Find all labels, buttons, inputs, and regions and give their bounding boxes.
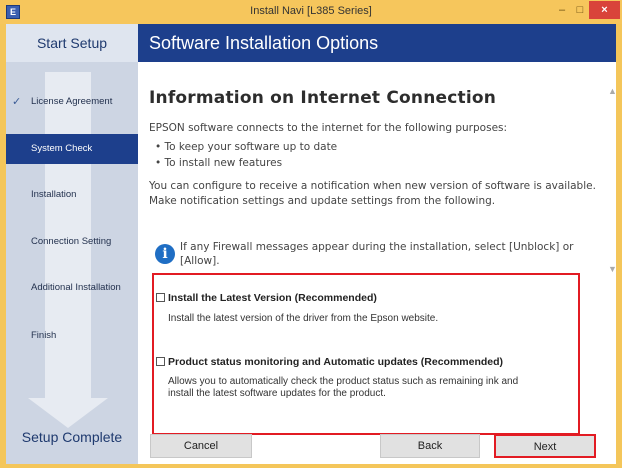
check-icon: ✓ bbox=[12, 96, 22, 108]
step-installation: Installation bbox=[6, 180, 138, 210]
step-label: Finish bbox=[31, 330, 57, 341]
update-options-box: Install the Latest Version (Recommended)… bbox=[152, 273, 580, 435]
setup-steps-sidebar: Start Setup ✓ License Agreement System C… bbox=[6, 24, 148, 464]
option-install-latest[interactable]: Install the Latest Version (Recommended) bbox=[156, 292, 377, 304]
scroll-down-icon[interactable]: ▼ bbox=[608, 264, 617, 274]
option-status-monitoring[interactable]: Product status monitoring and Automatic … bbox=[156, 356, 503, 368]
intro-text: EPSON software connects to the internet … bbox=[149, 122, 508, 134]
bullet-item: • To keep your software up to date bbox=[155, 141, 338, 153]
sidebar-header: Start Setup bbox=[6, 24, 138, 62]
option-status-monitoring-desc: Allows you to automatically check the pr… bbox=[168, 376, 519, 399]
note-text-line2: Make notification settings and update se… bbox=[149, 195, 496, 207]
title-bar[interactable]: E Install Navi [L385 Series] – □ × bbox=[0, 0, 622, 24]
status-monitoring-checkbox[interactable] bbox=[156, 357, 165, 366]
bullet-item: • To install new features bbox=[155, 157, 283, 169]
installer-window: E Install Navi [L385 Series] – □ × Start… bbox=[0, 0, 622, 468]
step-system-check: System Check bbox=[6, 134, 148, 164]
step-label: Installation bbox=[31, 189, 77, 200]
next-button[interactable]: Next bbox=[494, 434, 596, 458]
main-panel: Software Installation Options Informatio… bbox=[138, 24, 617, 464]
step-label: System Check bbox=[31, 143, 93, 154]
firewall-info-text: If any Firewall messages appear during t… bbox=[180, 241, 574, 267]
cancel-button[interactable]: Cancel bbox=[150, 434, 252, 458]
window-title: Install Navi [L385 Series] bbox=[250, 5, 372, 17]
step-license-agreement: ✓ License Agreement bbox=[6, 87, 138, 117]
info-icon: i bbox=[155, 244, 175, 264]
section-heading: Information on Internet Connection bbox=[149, 88, 497, 108]
step-label: Connection Setting bbox=[31, 236, 112, 247]
step-label: License Agreement bbox=[31, 96, 113, 107]
step-connection-setting: Connection Setting bbox=[6, 227, 138, 257]
close-button[interactable]: × bbox=[589, 1, 620, 19]
step-label: Additional Installation bbox=[31, 282, 121, 293]
sidebar-footer: Setup Complete bbox=[21, 429, 123, 445]
minimize-button[interactable]: – bbox=[553, 1, 571, 19]
option-install-latest-desc: Install the latest version of the driver… bbox=[168, 313, 439, 324]
step-additional-installation: Additional Installation bbox=[6, 273, 138, 303]
step-finish: Finish bbox=[6, 321, 138, 351]
back-button[interactable]: Back bbox=[380, 434, 480, 458]
maximize-button[interactable]: □ bbox=[571, 1, 589, 19]
install-latest-checkbox[interactable] bbox=[156, 293, 165, 302]
note-text-line1: You can configure to receive a notificat… bbox=[149, 180, 596, 192]
page-banner: Software Installation Options bbox=[138, 24, 616, 62]
scroll-up-icon[interactable]: ▲ bbox=[608, 86, 617, 96]
